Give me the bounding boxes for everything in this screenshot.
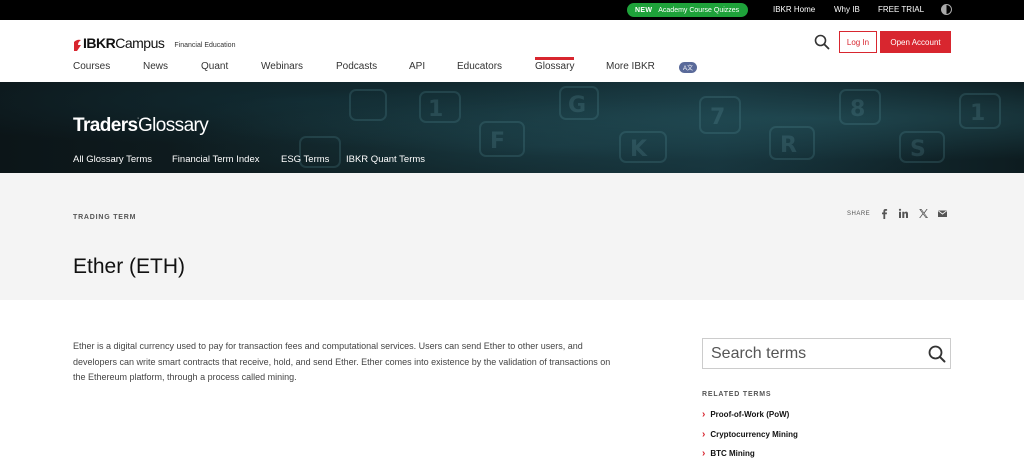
svg-text:F: F [490,129,505,154]
search-terms-input[interactable] [711,343,911,365]
chevron-right-icon: › [702,448,706,459]
email-icon[interactable] [937,208,948,219]
nav-more-ibkr[interactable]: More IBKR [606,61,655,72]
why-ib-link[interactable]: Why IB [834,5,860,14]
logo-subtitle: Financial Education [174,42,236,49]
nav-courses[interactable]: Courses [73,61,110,72]
chevron-right-icon: › [702,429,706,440]
search-submit-icon[interactable] [928,345,946,363]
promo-new-badge: NEW [635,6,653,14]
nav-webinars[interactable]: Webinars [261,61,303,72]
ibkr-home-link[interactable]: IBKR Home [773,5,815,14]
ibkr-campus-logo[interactable]: IBKR Campus Financial Education [73,35,235,51]
hero-title-bold: Traders [73,115,138,136]
hero-title-rest: Glossary [138,115,209,136]
nav-news[interactable]: News [143,61,168,72]
nav-educators[interactable]: Educators [457,61,502,72]
term-description: Ether is a digital currency used to pay … [73,341,611,382]
active-nav-indicator [535,57,574,60]
term-header: TRADING TERM SHARE Ether (ETH) [0,173,1024,300]
financial-term-index-link[interactable]: Financial Term Index [172,154,259,165]
related-term-link[interactable]: › Proof-of-Work (PoW) [702,409,789,420]
ibkr-quant-terms-link[interactable]: IBKR Quant Terms [346,154,425,165]
related-term-link[interactable]: › BTC Mining [702,448,755,459]
language-icon[interactable]: A文 [679,62,697,73]
svg-text:R: R [780,133,797,158]
related-term-label: Proof-of-Work (PoW) [710,410,790,419]
svg-text:K: K [630,137,648,162]
facebook-icon[interactable] [879,208,890,219]
top-bar: NEW Academy Course Quizzes IBKR Home Why… [0,0,1024,20]
svg-text:S: S [910,137,926,162]
logo-brand: IBKR [83,35,116,51]
theme-toggle-icon[interactable] [941,4,952,15]
term-title: Ether (ETH) [73,255,186,278]
svg-text:G: G [568,93,586,118]
logo-campus: Campus [115,35,165,51]
nav-glossary[interactable]: Glossary [535,61,574,72]
svg-text:1: 1 [970,101,985,126]
linkedin-icon[interactable] [898,208,909,219]
all-glossary-terms-link[interactable]: All Glossary Terms [73,154,152,165]
term-category: TRADING TERM [73,214,137,221]
related-term-label: BTC Mining [710,449,755,458]
x-twitter-icon[interactable] [918,208,929,219]
main-nav: Courses News Quant Webinars Podcasts API… [0,61,1024,81]
promo-pill[interactable]: NEW Academy Course Quizzes [627,3,748,17]
nav-api[interactable]: API [409,61,425,72]
related-term-link[interactable]: › Cryptocurrency Mining [702,429,798,440]
glossary-hero: 1 F G K 7 R 8 S 1 Traders'Glossary All G… [0,82,1024,173]
hero-title: Traders'Glossary [73,115,209,137]
site-header: IBKR Campus Financial Education Log In O… [0,20,1024,82]
svg-text:8: 8 [850,97,865,122]
open-account-button[interactable]: Open Account [880,31,951,53]
nav-quant[interactable]: Quant [201,61,228,72]
promo-text: Academy Course Quizzes [658,6,740,14]
free-trial-link[interactable]: FREE TRIAL [878,5,924,14]
svg-text:7: 7 [710,105,725,130]
share-label: SHARE [847,211,871,217]
nav-podcasts[interactable]: Podcasts [336,61,377,72]
logo-flame-icon [74,39,81,51]
related-term-label: Cryptocurrency Mining [710,430,798,439]
hero-title-mark: ' [137,118,138,124]
chevron-right-icon: › [702,409,706,420]
esg-terms-link[interactable]: ESG Terms [281,154,329,165]
svg-text:1: 1 [428,97,443,122]
related-terms-heading: RELATED TERMS [702,391,772,398]
login-button[interactable]: Log In [839,31,877,53]
search-icon[interactable] [814,34,830,50]
glossary-search [702,338,951,369]
